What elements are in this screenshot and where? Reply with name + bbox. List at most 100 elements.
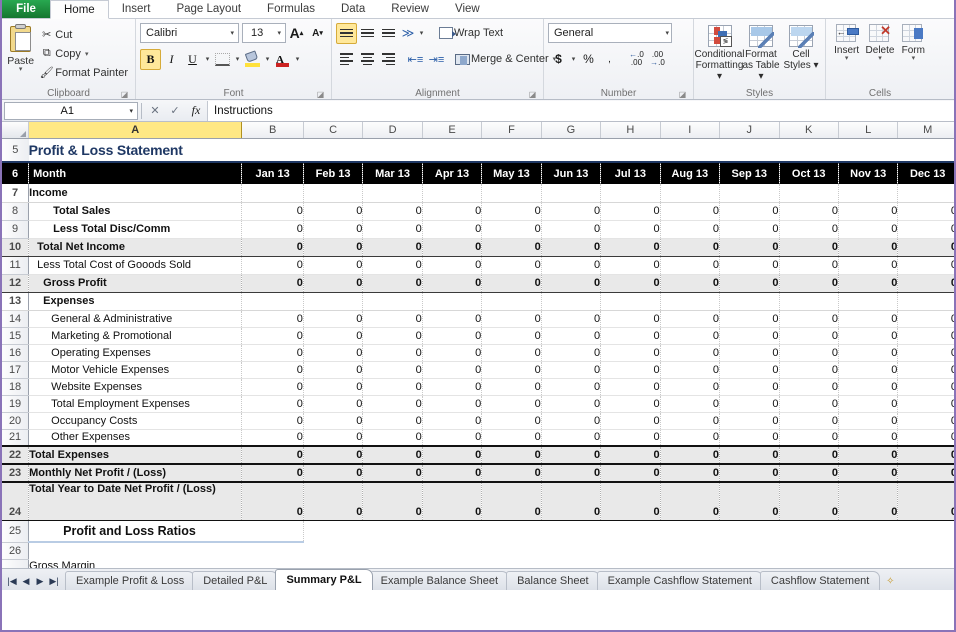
row-label[interactable]: Total Expenses xyxy=(28,445,243,465)
cell[interactable] xyxy=(303,292,364,311)
cell[interactable]: 0 xyxy=(660,412,721,430)
cell[interactable]: 0 xyxy=(541,481,602,521)
cell[interactable]: 0 xyxy=(481,378,542,396)
row-header-22[interactable]: 22 xyxy=(2,445,30,465)
cell[interactable]: 0 xyxy=(600,344,661,362)
formula-input[interactable]: Instructions xyxy=(207,100,954,121)
cell[interactable]: 0 xyxy=(481,429,542,447)
underline-button[interactable]: U xyxy=(182,49,203,70)
cell[interactable]: 0 xyxy=(362,310,423,328)
cell[interactable]: 0 xyxy=(303,429,364,447)
cell[interactable] xyxy=(241,184,304,203)
cell[interactable]: 0 xyxy=(779,445,839,465)
cell[interactable]: 0 xyxy=(362,361,423,379)
cell[interactable]: 0 xyxy=(362,378,423,396)
align-top-button[interactable] xyxy=(336,22,357,44)
tab-formulas[interactable]: Formulas xyxy=(254,0,328,18)
clipboard-dialog-launcher-icon[interactable]: ◪ xyxy=(120,88,129,99)
cell[interactable]: 0 xyxy=(241,429,304,447)
align-center-button[interactable] xyxy=(357,49,378,70)
cell[interactable]: 0 xyxy=(422,445,483,465)
row-header-24[interactable]: 24 xyxy=(2,481,30,521)
row-header-23[interactable]: 23 xyxy=(2,463,30,483)
cell[interactable]: 0 xyxy=(660,429,721,447)
cell[interactable]: 0 xyxy=(897,310,954,328)
row-header-13[interactable]: 13 xyxy=(2,292,30,311)
sheet-tab-balance-sheet[interactable]: Balance Sheet xyxy=(506,571,600,590)
cell[interactable]: 0 xyxy=(838,378,899,396)
row-label[interactable]: Income xyxy=(28,184,243,203)
row-header-7[interactable]: 7 xyxy=(2,184,30,203)
delete-cells-button[interactable]: ✕ Delete ▾ xyxy=(863,24,896,62)
cell[interactable]: 0 xyxy=(422,463,483,483)
format-cells-button[interactable]: Form ▾ xyxy=(897,24,930,62)
row-label[interactable]: Occupancy Costs xyxy=(28,412,243,430)
row-header-12[interactable]: 12 xyxy=(2,273,30,293)
cell[interactable]: 0 xyxy=(241,273,304,293)
row-header-11[interactable]: 11 xyxy=(2,256,30,275)
cell[interactable]: 0 xyxy=(362,327,423,345)
cell[interactable]: 0 xyxy=(362,220,423,239)
cell[interactable]: 0 xyxy=(422,361,483,379)
cell[interactable]: 0 xyxy=(897,445,954,465)
fill-color-dropdown-caret[interactable]: ▾ xyxy=(263,55,272,63)
cell[interactable]: 0 xyxy=(362,429,423,447)
cell[interactable]: 0 xyxy=(779,256,839,275)
cell[interactable]: 0 xyxy=(303,361,364,379)
cell[interactable]: 0 xyxy=(241,310,304,328)
cell[interactable]: 0 xyxy=(422,237,483,257)
row-header-19[interactable]: 19 xyxy=(2,395,30,413)
row-label[interactable]: Gross Profit xyxy=(28,273,243,293)
tab-review[interactable]: Review xyxy=(378,0,442,18)
cell[interactable]: 0 xyxy=(897,412,954,430)
cell[interactable]: 0 xyxy=(779,273,839,293)
cell[interactable]: 0 xyxy=(241,481,304,521)
cell[interactable]: 0 xyxy=(838,481,899,521)
cell[interactable]: 0 xyxy=(303,378,364,396)
format-painter-button[interactable]: 🖌 Format Painter xyxy=(35,63,131,82)
tab-page-layout[interactable]: Page Layout xyxy=(163,0,254,18)
cell[interactable]: 0 xyxy=(600,481,661,521)
cell[interactable]: 0 xyxy=(481,327,542,345)
cell[interactable]: 0 xyxy=(897,273,954,293)
cell[interactable]: 0 xyxy=(362,344,423,362)
italic-button[interactable]: I xyxy=(161,49,182,70)
cell[interactable] xyxy=(28,542,954,559)
row-label[interactable]: Expenses xyxy=(28,292,243,311)
cell[interactable]: 0 xyxy=(719,378,780,396)
cell[interactable] xyxy=(422,184,483,203)
tab-file[interactable]: File xyxy=(2,0,50,18)
cell[interactable]: 0 xyxy=(897,463,954,483)
cell[interactable]: 0 xyxy=(660,344,721,362)
cell[interactable]: 0 xyxy=(241,445,304,465)
cell[interactable]: 0 xyxy=(541,220,602,239)
cell[interactable]: 0 xyxy=(241,463,304,483)
format-as-table-button[interactable]: Format as Table ▾ xyxy=(741,24,781,82)
row-header-8[interactable]: 8 xyxy=(2,202,30,221)
cell[interactable]: 0 xyxy=(422,202,483,221)
cell[interactable] xyxy=(838,184,899,203)
number-format-combo[interactable]: General ▾ xyxy=(548,23,672,43)
orientation-dropdown-caret[interactable]: ▾ xyxy=(417,29,426,37)
column-header-H[interactable]: H xyxy=(600,122,661,139)
cell[interactable]: 0 xyxy=(481,256,542,275)
cell[interactable]: 0 xyxy=(779,429,839,447)
cell[interactable]: 0 xyxy=(481,463,542,483)
insert-worksheet-icon[interactable]: ✧ xyxy=(881,572,899,590)
cell[interactable]: 0 xyxy=(838,327,899,345)
cell[interactable] xyxy=(241,292,304,311)
row-header-25[interactable]: 25 xyxy=(2,520,30,543)
cell[interactable]: 0 xyxy=(719,202,780,221)
cell[interactable]: 0 xyxy=(719,361,780,379)
column-header-M[interactable]: M xyxy=(897,122,954,139)
cell[interactable]: 0 xyxy=(241,256,304,275)
cell[interactable]: 0 xyxy=(422,481,483,521)
cell[interactable]: 0 xyxy=(422,412,483,430)
font-color-button[interactable]: A xyxy=(272,49,293,70)
cut-button[interactable]: ✂ Cut xyxy=(35,25,131,44)
row-header-5[interactable]: 5 xyxy=(2,138,29,162)
cell[interactable]: 0 xyxy=(660,378,721,396)
cell[interactable]: 0 xyxy=(541,361,602,379)
cell[interactable]: 0 xyxy=(541,412,602,430)
orientation-button[interactable]: ≫ xyxy=(399,23,417,44)
